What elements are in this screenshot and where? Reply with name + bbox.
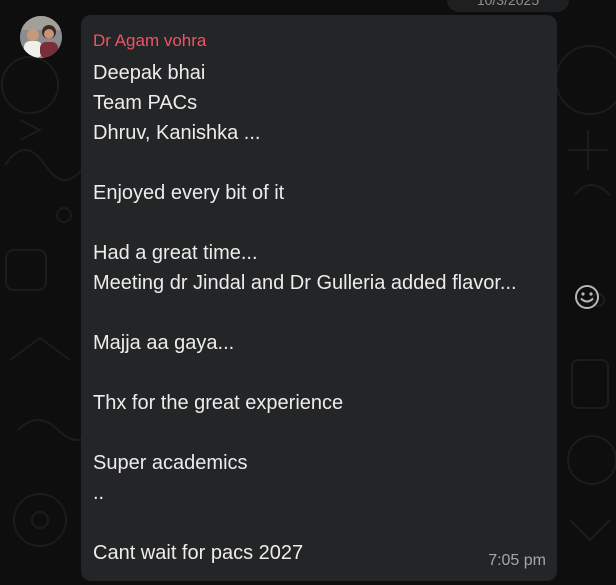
message-line: Deepak bhai bbox=[93, 62, 206, 84]
date-divider-chip: 10/3/2025 bbox=[447, 0, 569, 12]
message-text: Deepak bhai Team PACs Dhruv, Kanishka ..… bbox=[93, 58, 545, 568]
message-line bbox=[93, 208, 542, 238]
message-line bbox=[93, 148, 542, 178]
sender-avatar[interactable] bbox=[20, 16, 62, 58]
message-line: Majja aa gaya... bbox=[93, 332, 235, 354]
message-line: Cant wait for pacs 2027 bbox=[93, 542, 304, 564]
message-line: Dhruv, Kanishka ... bbox=[93, 122, 261, 144]
message-line: Enjoyed every bit of it bbox=[93, 182, 285, 204]
message-line bbox=[93, 298, 542, 328]
message-line: Meeting dr Jindal and Dr Gulleria added … bbox=[93, 272, 517, 294]
message-bubble[interactable]: Dr Agam vohra Deepak bhai Team PACs Dhru… bbox=[81, 15, 557, 581]
message-line bbox=[93, 418, 542, 448]
message-line: Super academics bbox=[93, 452, 248, 474]
smiley-face-icon[interactable] bbox=[574, 284, 600, 310]
message-line: .. bbox=[93, 482, 105, 504]
message-line bbox=[93, 358, 542, 388]
message-line: Had a great time... bbox=[93, 242, 258, 264]
sender-name[interactable]: Dr Agam vohra bbox=[93, 31, 545, 51]
message-line: Team PACs bbox=[93, 92, 198, 114]
message-line bbox=[93, 508, 542, 538]
message-timestamp: 7:05 pm bbox=[488, 552, 546, 569]
message-line: Thx for the great experience bbox=[93, 392, 344, 414]
